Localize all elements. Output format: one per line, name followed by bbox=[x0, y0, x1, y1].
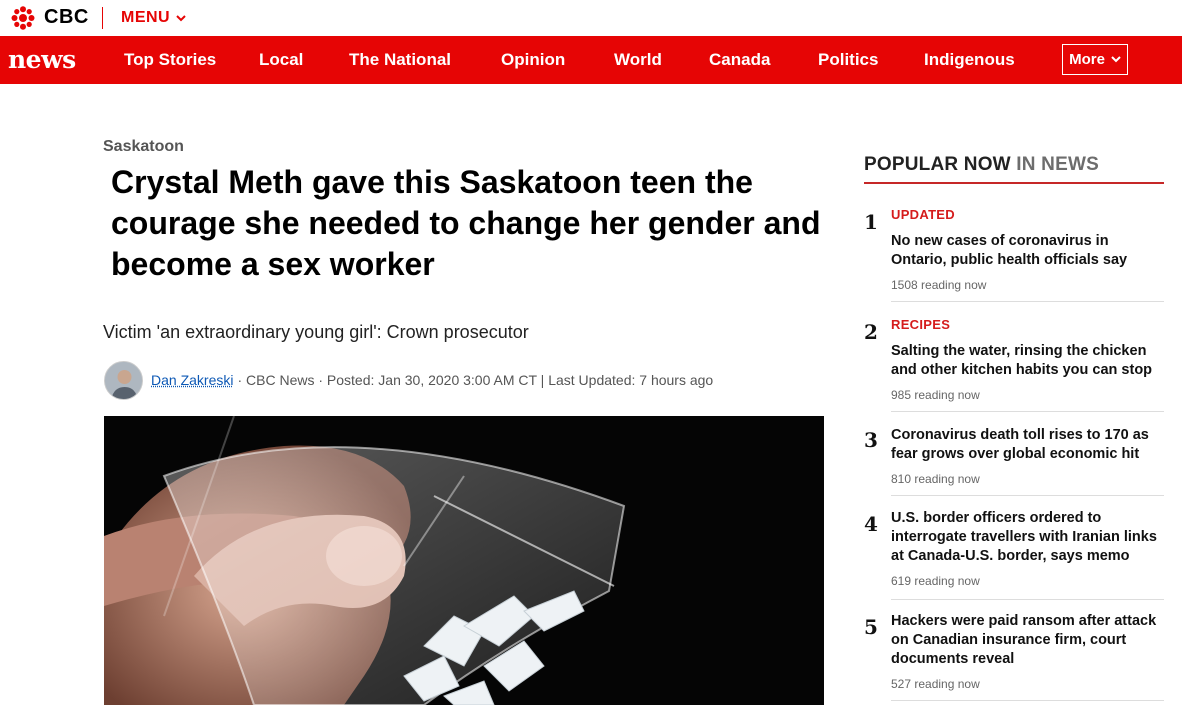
more-button[interactable]: More bbox=[1062, 44, 1128, 75]
divider bbox=[891, 411, 1164, 412]
popular-item[interactable]: 1 UPDATED No new cases of coronavirus in… bbox=[864, 202, 1164, 302]
reading-count: 1508 reading now bbox=[891, 278, 987, 292]
divider bbox=[102, 7, 103, 29]
popular-headline[interactable]: Hackers were paid ransom after attack on… bbox=[891, 612, 1166, 669]
reading-count: 810 reading now bbox=[891, 472, 980, 486]
article-photo[interactable] bbox=[104, 416, 824, 705]
popular-item[interactable]: 5 Hackers were paid ransom after attack … bbox=[864, 609, 1164, 701]
menu-label: MENU bbox=[121, 9, 171, 26]
popular-title-suffix: IN NEWS bbox=[1016, 154, 1099, 175]
reading-count: 527 reading now bbox=[891, 677, 980, 691]
article-headline: Crystal Meth gave this Saskatoon teen th… bbox=[111, 164, 821, 282]
popular-kicker: RECIPES bbox=[891, 317, 951, 332]
popular-headline[interactable]: U.S. border officers ordered to interrog… bbox=[891, 509, 1166, 566]
more-label: More bbox=[1069, 51, 1105, 68]
popular-rank: 5 bbox=[864, 615, 878, 639]
menu-button[interactable]: MENU bbox=[121, 9, 186, 27]
reading-count: 985 reading now bbox=[891, 388, 980, 402]
popular-item[interactable]: 2 RECIPES Salting the water, rinsing the… bbox=[864, 312, 1164, 412]
cbc-gem-logo-icon[interactable] bbox=[10, 6, 36, 30]
chevron-down-icon bbox=[176, 14, 186, 21]
author-link[interactable]: Dan Zakreski bbox=[151, 372, 233, 388]
brand-name[interactable]: CBC bbox=[44, 6, 89, 29]
nav-item-politics[interactable]: Politics bbox=[818, 50, 878, 70]
nav-item-local[interactable]: Local bbox=[259, 50, 303, 70]
nav-item-top-stories[interactable]: Top Stories bbox=[124, 50, 216, 70]
popular-rank: 3 bbox=[864, 428, 878, 452]
divider bbox=[891, 495, 1164, 496]
top-bar: CBC MENU bbox=[0, 0, 1182, 36]
divider bbox=[891, 301, 1164, 302]
author-avatar[interactable] bbox=[104, 360, 143, 400]
popular-title-main: POPULAR NOW bbox=[864, 154, 1011, 175]
section-label[interactable]: Saskatoon bbox=[103, 138, 184, 156]
reading-count: 619 reading now bbox=[891, 574, 980, 588]
byline: Dan Zakreski · CBC News · Posted: Jan 30… bbox=[104, 360, 713, 400]
popular-item[interactable]: 3 Coronavirus death toll rises to 170 as… bbox=[864, 422, 1164, 496]
nav-item-indigenous[interactable]: Indigenous bbox=[924, 50, 1015, 70]
popular-headline[interactable]: No new cases of coronavirus in Ontario, … bbox=[891, 232, 1166, 270]
main-nav: news Top Stories Local The National Opin… bbox=[0, 36, 1182, 84]
popular-rank: 2 bbox=[864, 320, 878, 344]
popular-headline[interactable]: Salting the water, rinsing the chicken a… bbox=[891, 342, 1166, 380]
popular-headline[interactable]: Coronavirus death toll rises to 170 as f… bbox=[891, 426, 1166, 464]
popular-rank: 1 bbox=[864, 210, 878, 234]
divider bbox=[891, 599, 1164, 600]
popular-rank: 4 bbox=[864, 512, 878, 536]
article-deck: Victim 'an extraordinary young girl': Cr… bbox=[103, 322, 529, 342]
popular-rule bbox=[864, 182, 1164, 184]
nav-item-opinion[interactable]: Opinion bbox=[501, 50, 565, 70]
news-logo[interactable]: news bbox=[8, 45, 76, 74]
popular-item[interactable]: 4 U.S. border officers ordered to interr… bbox=[864, 506, 1164, 600]
chevron-down-icon bbox=[1111, 56, 1121, 63]
nav-item-canada[interactable]: Canada bbox=[709, 50, 770, 70]
popular-now-title: POPULAR NOW IN NEWS bbox=[864, 154, 1099, 176]
nav-item-the-national[interactable]: The National bbox=[349, 50, 451, 70]
nav-item-world[interactable]: World bbox=[614, 50, 662, 70]
popular-kicker: UPDATED bbox=[891, 207, 955, 222]
divider bbox=[891, 700, 1164, 701]
article-meta: · CBC News · Posted: Jan 30, 2020 3:00 A… bbox=[237, 372, 714, 388]
